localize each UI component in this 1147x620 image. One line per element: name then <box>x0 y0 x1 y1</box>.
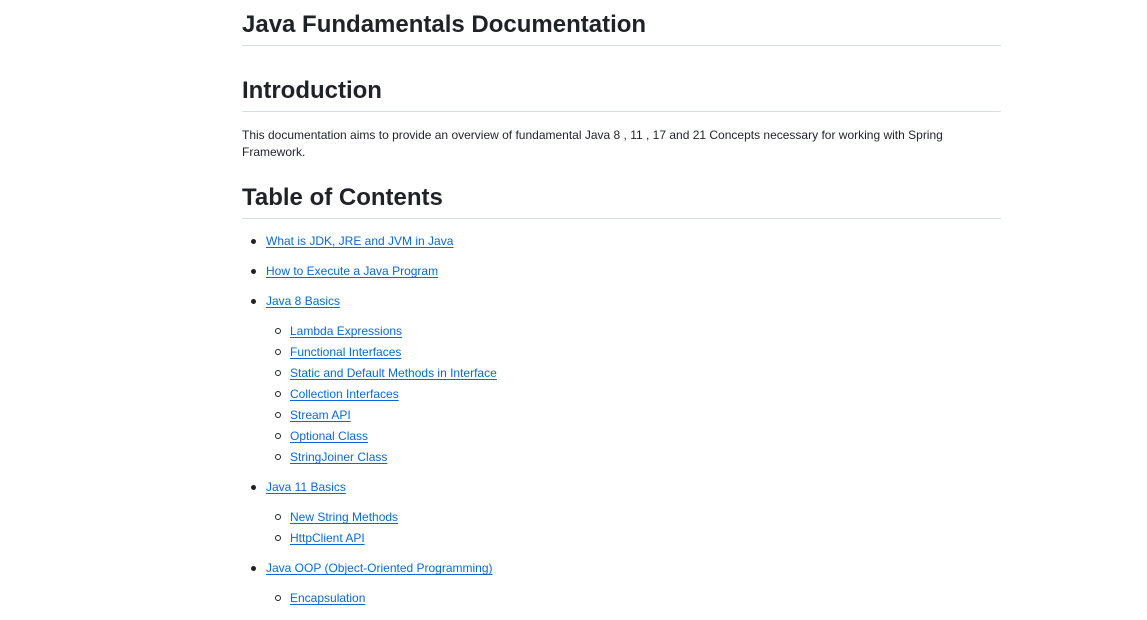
toc-link[interactable]: Java 8 Basics <box>266 294 340 308</box>
toc-sublink[interactable]: Stream API <box>290 408 351 422</box>
toc-sublink[interactable]: Optional Class <box>290 429 368 443</box>
toc-subitem: Lambda Expressions <box>266 323 1001 339</box>
toc-link[interactable]: Java 11 Basics <box>266 480 346 494</box>
toc-item: Java OOP (Object-Oriented Programming) En… <box>242 560 1001 606</box>
toc-sublist: New String Methods HttpClient API <box>266 509 1001 546</box>
introduction-paragraph: This documentation aims to provide an ov… <box>242 128 943 159</box>
toc-sublink[interactable]: Lambda Expressions <box>290 324 402 338</box>
toc-subitem: New String Methods <box>266 509 1001 525</box>
toc-item: How to Execute a Java Program <box>242 263 1001 279</box>
toc-sublist: Lambda Expressions Functional Interfaces S… <box>266 323 1001 465</box>
toc-subitem: StringJoiner Class <box>266 449 1001 465</box>
toc-subitem: Encapsulation <box>266 590 1001 606</box>
toc-item: What is JDK, JRE and JVM in Java <box>242 233 1001 249</box>
toc-sublink[interactable]: HttpClient API <box>290 531 365 545</box>
toc-sublink[interactable]: Functional Interfaces <box>290 345 401 359</box>
introduction-heading: Introduction <box>242 76 1001 112</box>
toc-subitem: Optional Class <box>266 428 1001 444</box>
toc-sublink[interactable]: Collection Interfaces <box>290 387 399 401</box>
page-title: Java Fundamentals Documentation <box>242 10 1001 46</box>
toc-sublink[interactable]: Static and Default Methods in Interface <box>290 366 497 380</box>
toc-heading: Table of Contents <box>242 183 1001 219</box>
document-body: Java Fundamentals Documentation Introduc… <box>242 0 1001 620</box>
toc-subitem: HttpClient API <box>266 530 1001 546</box>
toc-subitem: Collection Interfaces <box>266 386 1001 402</box>
toc-sublink[interactable]: Encapsulation <box>290 591 365 605</box>
toc-subitem: Static and Default Methods in Interface <box>266 365 1001 381</box>
table-of-contents: What is JDK, JRE and JVM in Java How to E… <box>242 233 1001 606</box>
toc-sublink[interactable]: StringJoiner Class <box>290 450 387 464</box>
toc-item: Java 8 Basics Lambda Expressions Functiona… <box>242 293 1001 465</box>
toc-link[interactable]: Java OOP (Object-Oriented Programming) <box>266 561 493 575</box>
toc-sublist: Encapsulation <box>266 590 1001 606</box>
toc-sublink[interactable]: New String Methods <box>290 510 398 524</box>
toc-link[interactable]: How to Execute a Java Program <box>266 264 438 278</box>
toc-link[interactable]: What is JDK, JRE and JVM in Java <box>266 234 453 248</box>
toc-subitem: Functional Interfaces <box>266 344 1001 360</box>
toc-item: Java 11 Basics New String Methods HttpClie… <box>242 479 1001 546</box>
toc-subitem: Stream API <box>266 407 1001 423</box>
